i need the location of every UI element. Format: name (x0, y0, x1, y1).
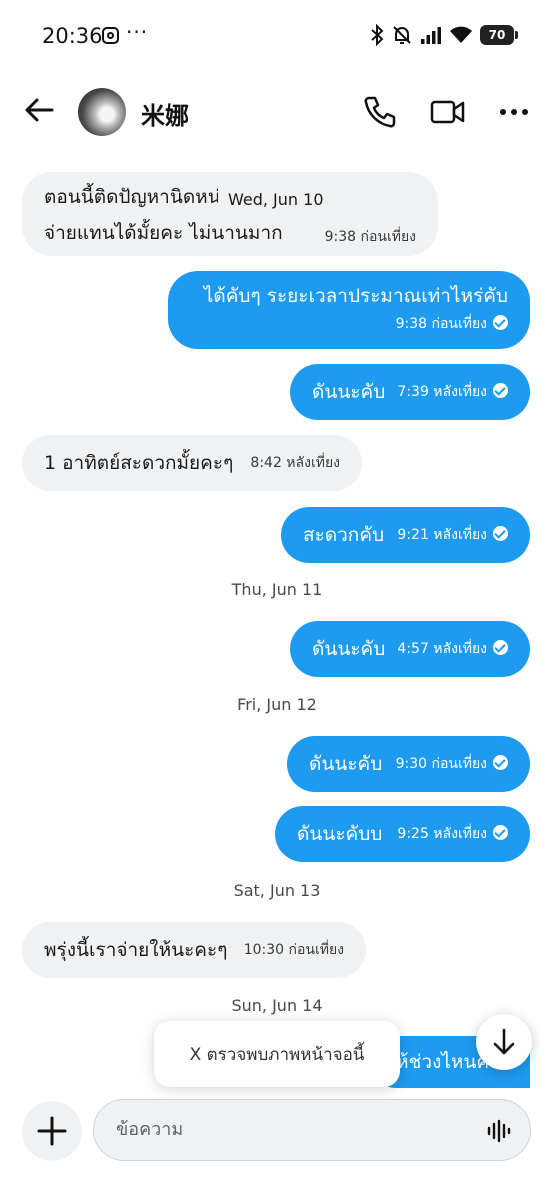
contact-name[interactable]: 米娜 (141, 96, 189, 131)
status-time: 20:36 (42, 24, 103, 48)
screenshot-detected-toast: X ตรวจพบภาพหน้าจอนี้ (154, 1021, 400, 1087)
chat-header: 米娜 (0, 74, 554, 150)
message-time: 10:30 ก่อนเที่ยง (243, 942, 344, 958)
message-time: 9:30 ก่อนเที่ยง (395, 756, 487, 772)
message-bubble-outgoing[interactable]: ดันนะคับ 9:30 ก่อนเที่ยง (287, 736, 530, 792)
scroll-to-bottom-button[interactable] (476, 1014, 532, 1070)
bell-muted-icon (393, 26, 411, 44)
arrow-down-icon (493, 1028, 515, 1055)
phone-icon[interactable] (360, 92, 400, 132)
read-check-icon (493, 640, 508, 655)
more-notifications-icon: ··· (126, 20, 149, 44)
message-text: ได้คับๆ ระยะเวลาประมาณเท่าไหร่คับ (203, 285, 508, 307)
message-time: 9:38 ก่อนเที่ยง (324, 229, 416, 245)
wifi-icon (450, 26, 472, 43)
message-time: 7:39 หลังเที่ยง (397, 384, 487, 400)
message-composer (93, 1099, 531, 1161)
message-bubble-outgoing[interactable]: ได้คับๆ ระยะเวลาประมาณเท่าไหร่คับ 9:38 ก… (168, 271, 530, 349)
message-bubble-outgoing[interactable]: ดันนะคับบ 9:25 หลังเที่ยง (275, 806, 530, 862)
message-bubble-outgoing[interactable]: ดันนะคับ 4:57 หลังเที่ยง (290, 621, 530, 677)
read-check-icon (493, 526, 508, 541)
message-time: 8:42 หลังเที่ยง (250, 455, 340, 471)
message-bubble-incoming[interactable]: 1 อาทิตย์สะดวกมั้ยคะๆ 8:42 หลังเที่ยง (22, 435, 362, 491)
message-input[interactable] (116, 1100, 476, 1159)
date-separator: Sat, Jun 13 (233, 881, 321, 900)
status-icons: 70 (370, 24, 518, 46)
avatar[interactable] (78, 88, 126, 136)
message-time: 9:38 ก่อนเที่ยง (395, 316, 487, 332)
read-check-icon (493, 383, 508, 398)
message-text: สะดวกคับ (303, 524, 385, 546)
instagram-icon (102, 27, 119, 44)
more-options-icon[interactable] (494, 92, 534, 132)
status-bar: 20:36 ··· 70 (0, 0, 554, 74)
message-text: พรุ่งนี้เราจ่ายให้นะคะๆ (44, 939, 228, 961)
message-time: 9:21 หลังเที่ยง (397, 527, 487, 543)
message-bubble-incoming[interactable]: ตอนนี้ติดปัญหานิดหน่อยช่วยเทยอย จ่ายแทนไ… (22, 172, 438, 256)
message-text: ดันนะคับ (312, 638, 386, 660)
message-time: 9:25 หลังเที่ยง (397, 826, 487, 842)
message-text: 1 อาทิตย์สะดวกมั้ยคะๆ (44, 452, 234, 474)
battery-icon: 70 (480, 25, 518, 45)
message-bubble-outgoing[interactable]: ดันนะคับ 7:39 หลังเที่ยง (290, 364, 530, 420)
date-separator: Thu, Jun 11 (231, 580, 323, 599)
add-attachment-button[interactable] (22, 1101, 82, 1161)
read-check-icon (493, 825, 508, 840)
video-call-icon[interactable] (428, 92, 468, 132)
bluetooth-icon (371, 24, 384, 46)
voice-message-icon[interactable] (486, 1118, 512, 1144)
message-text: จ่ายแทนได้มั้ยคะ ไม่นานมาก (44, 222, 283, 244)
plus-icon (37, 1116, 67, 1146)
message-text: ดันนะคับ (309, 753, 383, 775)
back-arrow-icon[interactable] (22, 92, 58, 128)
read-check-icon (493, 315, 508, 330)
date-separator: Fri, Jun 12 (237, 695, 317, 714)
message-bubble-outgoing[interactable]: สะดวกคับ 9:21 หลังเที่ยง (281, 507, 530, 563)
date-separator: Sun, Jun 14 (231, 996, 323, 1015)
message-time: 4:57 หลังเที่ยง (397, 641, 487, 657)
message-text: ดันนะคับ (312, 381, 386, 403)
message-bubble-incoming[interactable]: พรุ่งนี้เราจ่ายให้นะคะๆ 10:30 ก่อนเที่ยง (22, 922, 366, 978)
message-text: ดันนะคับบ (297, 823, 383, 845)
read-check-icon (493, 755, 508, 770)
signal-icon (421, 27, 441, 44)
floating-date-label: Wed, Jun 10 (218, 188, 334, 211)
